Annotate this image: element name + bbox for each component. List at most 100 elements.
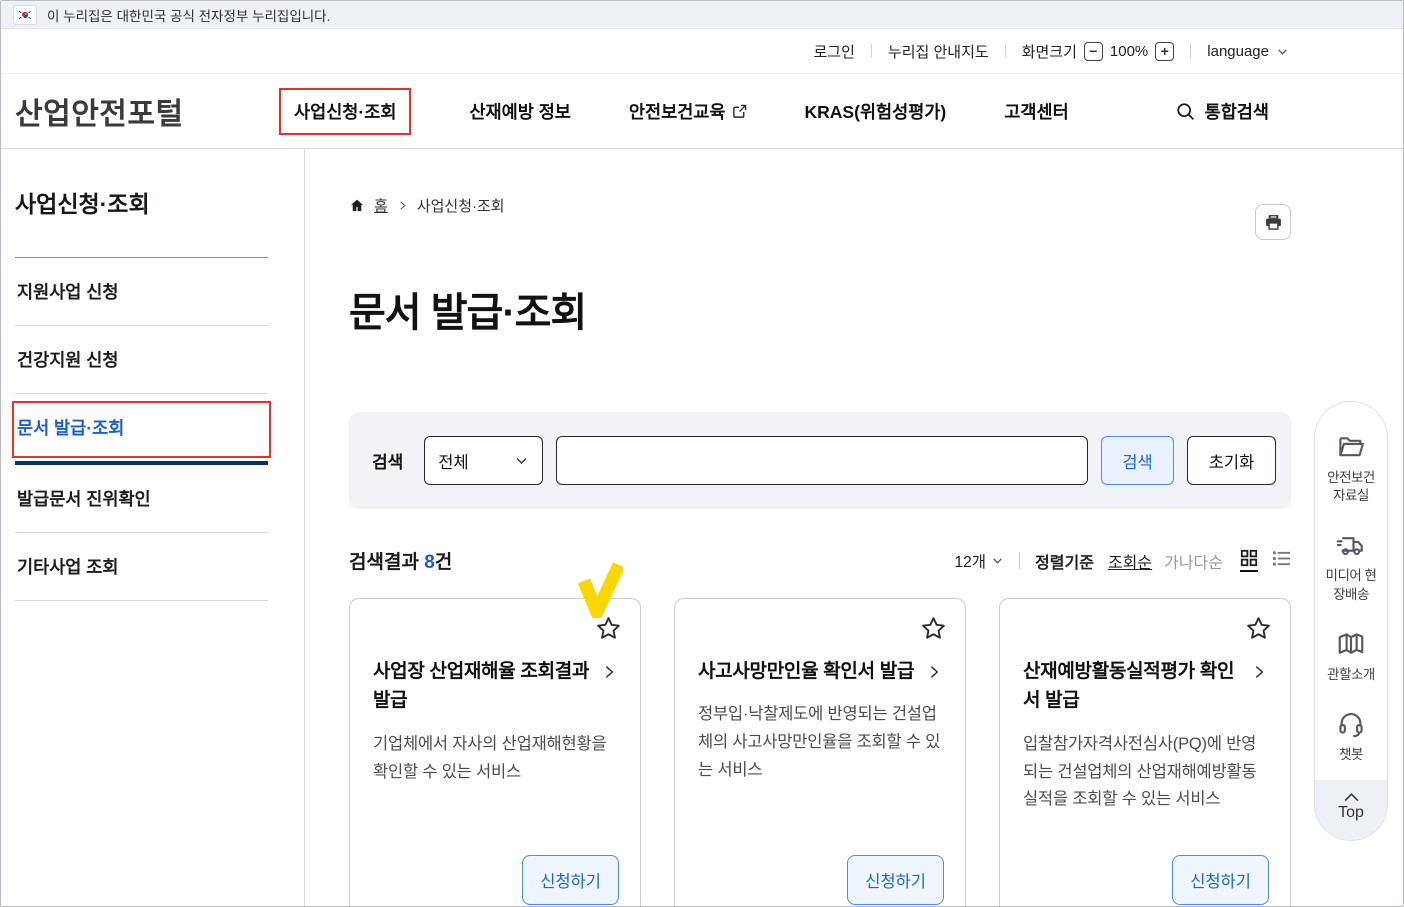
- chevron-down-icon: [991, 554, 1004, 567]
- card-prevention-activity-certificate: 산재예방활동실적평가 확인서 발급 입찰참가자격사전심사(PQ)에 반영되는 건…: [999, 598, 1291, 907]
- sidebar-menu: 지원사업 신청 건강지원 신청 문서 발급·조회 발급문서 진위확인 기타사업 …: [15, 257, 268, 601]
- breadcrumb-current: 사업신청·조회: [417, 195, 505, 216]
- divider: [1019, 552, 1020, 569]
- chevron-up-icon: [1343, 791, 1360, 803]
- sort-by-views[interactable]: 조회순: [1108, 549, 1152, 573]
- nav-item-kras[interactable]: KRAS(위험성평가): [805, 99, 947, 124]
- card-fatality-rate-certificate: 사고사망만인율 확인서 발급 정부입·낙찰제도에 반영되는 건설업체의 사고사망…: [674, 598, 966, 907]
- sidebar-item-label: 건강지원 신청: [17, 350, 118, 370]
- search-category-value: 전체: [438, 449, 468, 473]
- quick-menu-safety-library[interactable]: 안전보건 자료실: [1320, 432, 1382, 505]
- sort-alphabetical[interactable]: 가나다순: [1164, 549, 1223, 573]
- search-input[interactable]: [556, 436, 1088, 485]
- nav-item-accident-prevention[interactable]: 산재예방 정보: [469, 99, 570, 124]
- quick-menu-label: 챗봇: [1320, 746, 1382, 764]
- folder-icon: [1336, 432, 1366, 462]
- sidebar-title: 사업신청·조회: [15, 185, 268, 219]
- screen-size-label: 화면크기: [1022, 41, 1077, 62]
- card-industrial-accident-rate: 사업장 산업재해율 조회결과 발급 기업체에서 자사의 산업재해현황을 확인할 …: [349, 598, 641, 907]
- quick-menu-rail: 안전보건 자료실 미디어 현장배송 관할소개 챗봇 Top: [1314, 401, 1388, 841]
- search-category-select[interactable]: 전체: [424, 436, 543, 485]
- quick-menu-chatbot[interactable]: 챗봇: [1320, 709, 1382, 764]
- truck-icon: [1336, 530, 1366, 560]
- zoom-in-button[interactable]: +: [1155, 42, 1174, 61]
- sidebar-item-other-business[interactable]: 기타사업 조회: [15, 533, 268, 601]
- quick-menu-jurisdiction[interactable]: 관할소개: [1320, 629, 1382, 684]
- sidebar-item-support-apply[interactable]: 지원사업 신청: [15, 258, 268, 326]
- card-title-link[interactable]: 사고사망만인율 확인서 발급: [698, 657, 942, 686]
- results-count-number: 8: [424, 552, 435, 573]
- language-label: language: [1207, 43, 1269, 60]
- card-description: 입찰참가자격사전심사(PQ)에 반영되는 건설업체의 산업재해예방활동 실적을 …: [1023, 731, 1267, 814]
- sidebar-item-document-issue[interactable]: 문서 발급·조회: [15, 394, 268, 465]
- body-wrap: 사업신청·조회 지원사업 신청 건강지원 신청 문서 발급·조회 발급문서 진위…: [1, 149, 1403, 906]
- apply-button[interactable]: 신청하기: [1172, 855, 1269, 905]
- card-title: 산재예방활동실적평가 확인서 발급: [1023, 657, 1241, 716]
- apply-button[interactable]: 신청하기: [522, 855, 619, 905]
- nav-item-label: 사업신청·조회: [294, 99, 396, 124]
- sidebar-item-health-support[interactable]: 건강지원 신청: [15, 326, 268, 394]
- home-icon[interactable]: [349, 198, 365, 213]
- page: 이 누리집은 대한민국 공식 전자정부 누리집입니다. 로그인 누리집 안내지도…: [0, 0, 1404, 907]
- chevron-right-icon: [926, 664, 942, 680]
- print-button[interactable]: [1255, 204, 1291, 240]
- gov-banner: 이 누리집은 대한민국 공식 전자정부 누리집입니다.: [1, 1, 1403, 29]
- external-link-icon: [732, 104, 747, 119]
- chevron-down-icon: [514, 453, 529, 468]
- sidebar-item-label: 문서 발급·조회: [17, 418, 124, 438]
- results-tools: 12개 정렬기준 조회순 가나다순: [955, 549, 1291, 573]
- card-title: 사업장 산업재해율 조회결과 발급: [373, 657, 591, 716]
- main-header: 산업안전포털 사업신청·조회 산재예방 정보 안전보건교육 KRAS(위험성평가…: [1, 74, 1403, 149]
- nav-item-safety-education[interactable]: 안전보건교육: [629, 99, 747, 124]
- cards-row: 사업장 산업재해율 조회결과 발급 기업체에서 자사의 산업재해현황을 확인할 …: [349, 598, 1291, 907]
- divider: [871, 44, 872, 58]
- apply-button[interactable]: 신청하기: [847, 855, 944, 905]
- sort-label: 정렬기준: [1035, 549, 1094, 573]
- breadcrumb-home-link[interactable]: 홈: [374, 195, 388, 216]
- page-title: 문서 발급·조회: [349, 280, 1291, 338]
- sidebar-item-document-verify[interactable]: 발급문서 진위확인: [15, 465, 268, 533]
- quick-menu-media-delivery[interactable]: 미디어 현장배송: [1320, 530, 1382, 603]
- zoom-out-button[interactable]: −: [1084, 42, 1103, 61]
- list-view-icon[interactable]: [1272, 550, 1291, 572]
- chevron-right-icon: [601, 664, 617, 680]
- grid-view-icon[interactable]: [1240, 549, 1258, 572]
- nav-item-label: 고객센터: [1004, 99, 1068, 124]
- star-icon[interactable]: [1245, 615, 1272, 642]
- divider: [1005, 44, 1006, 58]
- sidebar-item-label: 기타사업 조회: [17, 557, 118, 577]
- sitemap-link[interactable]: 누리집 안내지도: [888, 41, 989, 62]
- card-title-link[interactable]: 산재예방활동실적평가 확인서 발급: [1023, 657, 1267, 716]
- login-link[interactable]: 로그인: [814, 41, 855, 62]
- page-size-dropdown[interactable]: 12개: [955, 550, 1005, 572]
- sidebar-item-label: 지원사업 신청: [17, 282, 118, 302]
- search-reset-button[interactable]: 초기화: [1187, 436, 1276, 485]
- page-size-value: 12개: [955, 550, 987, 572]
- card-title: 사고사망만인율 확인서 발급: [698, 657, 916, 686]
- sidebar-item-label: 발급문서 진위확인: [17, 489, 151, 509]
- scroll-top-label: Top: [1338, 804, 1364, 822]
- card-title-link[interactable]: 사업장 산업재해율 조회결과 발급: [373, 657, 617, 716]
- language-dropdown[interactable]: language: [1207, 43, 1289, 60]
- quick-menu-label: 관할소개: [1320, 666, 1382, 684]
- nav-item-label: 안전보건교육: [629, 99, 726, 124]
- chevron-right-icon: [397, 200, 408, 211]
- nav-item-label: 산재예방 정보: [469, 99, 570, 124]
- search-label: 검색: [372, 448, 403, 473]
- divider: [1190, 44, 1191, 58]
- sidebar: 사업신청·조회 지원사업 신청 건강지원 신청 문서 발급·조회 발급문서 진위…: [1, 149, 305, 906]
- star-icon[interactable]: [595, 615, 622, 642]
- site-logo[interactable]: 산업안전포털: [15, 89, 184, 133]
- nav-item-business-apply[interactable]: 사업신청·조회: [279, 88, 411, 135]
- korean-flag-icon: [13, 5, 37, 25]
- quick-menu-label: 안전보건 자료실: [1320, 469, 1382, 505]
- nav-item-customer-center[interactable]: 고객센터: [1004, 99, 1068, 124]
- gov-banner-text: 이 누리집은 대한민국 공식 전자정부 누리집입니다.: [47, 5, 330, 25]
- results-count-unit: 건: [435, 552, 452, 573]
- screen-size-control: 화면크기 − 100% +: [1022, 41, 1175, 62]
- map-icon: [1336, 629, 1366, 659]
- total-search-button[interactable]: 통합검색: [1175, 99, 1269, 124]
- search-submit-button[interactable]: 검색: [1101, 436, 1174, 485]
- chevron-right-icon: [1251, 664, 1267, 680]
- star-icon[interactable]: [920, 615, 947, 642]
